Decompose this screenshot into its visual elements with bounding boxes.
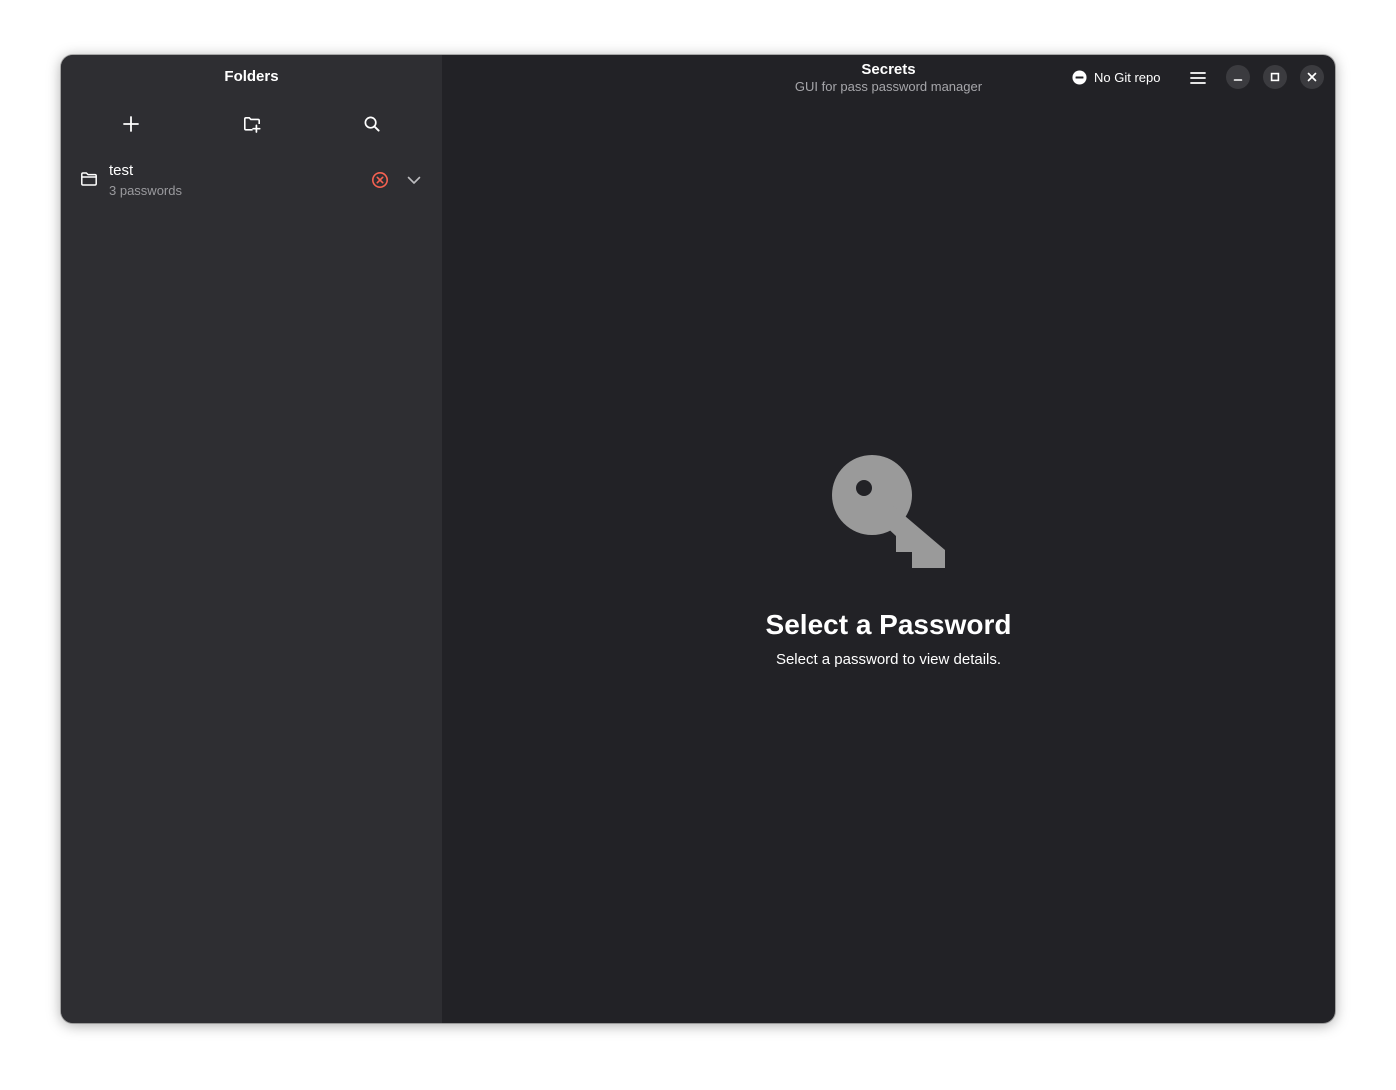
plus-icon [123, 116, 139, 132]
folder-new-icon [244, 117, 261, 133]
error-icon [372, 172, 388, 188]
add-password-button[interactable] [113, 108, 149, 140]
folder-icon [81, 172, 97, 186]
no-entry-icon [1072, 69, 1087, 85]
sidebar-title: Folders [224, 68, 279, 85]
search-button[interactable] [354, 108, 390, 140]
maximize-icon [1270, 72, 1280, 82]
git-status-button[interactable]: No Git repo [1072, 67, 1160, 87]
folder-item-test[interactable]: test 3 passwords [69, 155, 434, 205]
add-folder-button[interactable] [234, 108, 270, 140]
folder-name: test [109, 162, 134, 179]
app-window: Folders test 3 passwords Secrets GUI for… [61, 55, 1335, 1023]
close-button[interactable] [1300, 65, 1324, 89]
chevron-down-icon[interactable] [405, 171, 423, 189]
minimize-button[interactable] [1226, 65, 1250, 89]
empty-state-description: Select a password to view details. [775, 651, 1002, 668]
sidebar-toolbar [61, 108, 442, 140]
sidebar: Folders test 3 passwords [61, 55, 442, 1023]
empty-state-title: Select a Password [765, 609, 1012, 640]
content-pane: Secrets GUI for pass password manager No… [442, 55, 1335, 1023]
key-icon [831, 455, 945, 568]
search-icon [364, 116, 380, 132]
hamburger-menu-icon [1190, 72, 1206, 84]
main-menu-button[interactable] [1183, 65, 1213, 91]
minimize-icon [1233, 79, 1243, 81]
folder-password-count: 3 passwords [109, 183, 182, 198]
empty-state: Select a Password Select a password to v… [442, 455, 1335, 669]
close-icon [1307, 72, 1317, 82]
maximize-button[interactable] [1263, 65, 1287, 89]
git-status-label: No Git repo [1094, 69, 1161, 85]
